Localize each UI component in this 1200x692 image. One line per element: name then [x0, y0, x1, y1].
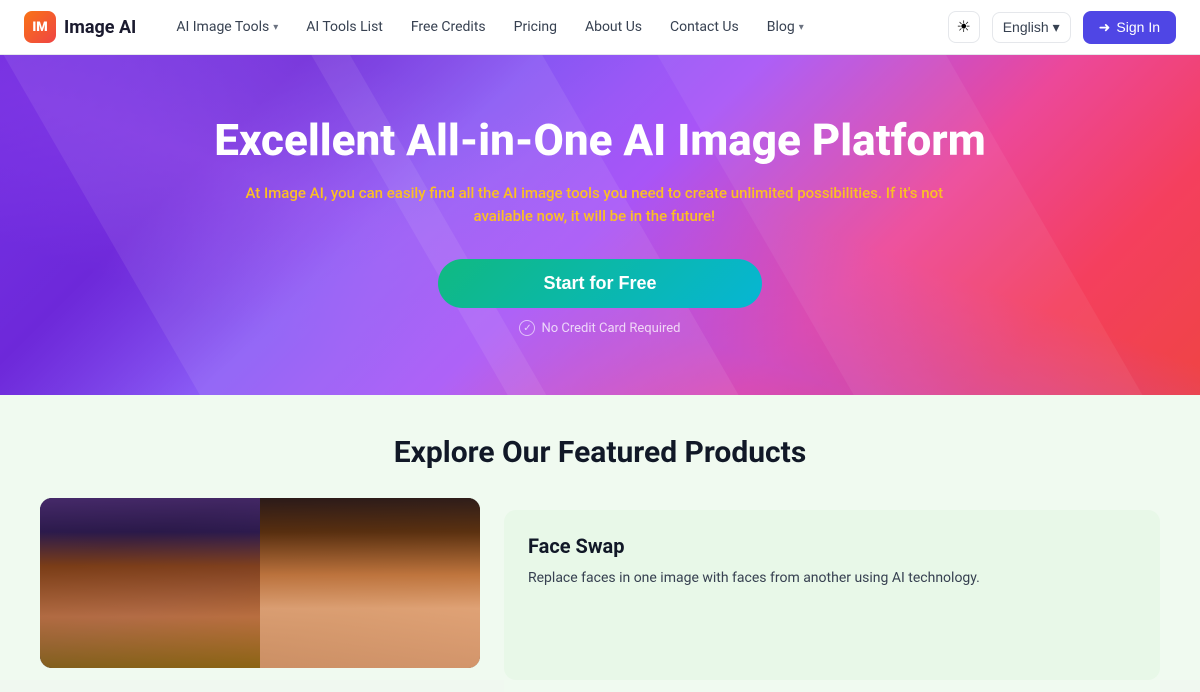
- face-swap-before-image: [40, 498, 260, 668]
- product-info-area: Face Swap Replace faces in one image wit…: [504, 498, 1160, 692]
- chevron-down-icon: ▾: [273, 22, 278, 33]
- nav-item-ai-tools-list[interactable]: AI Tools List: [294, 13, 395, 41]
- featured-section: Explore Our Featured Products Face Swap …: [0, 395, 1200, 680]
- navbar: IM Image AI AI Image Tools ▾ AI Tools Li…: [0, 0, 1200, 55]
- signin-icon: ➜: [1099, 19, 1111, 36]
- person-silhouette-left: [40, 498, 260, 668]
- face-swap-info-card: Face Swap Replace faces in one image wit…: [504, 510, 1160, 680]
- logo-icon: IM: [24, 11, 56, 43]
- chevron-down-icon: ▾: [799, 22, 804, 33]
- hero-content: Excellent All-in-One AI Image Platform A…: [214, 114, 985, 337]
- theme-toggle-button[interactable]: ☀: [948, 11, 980, 43]
- featured-section-title: Explore Our Featured Products: [40, 435, 1160, 470]
- product-description: Replace faces in one image with faces fr…: [528, 568, 1136, 589]
- nav-item-ai-image-tools[interactable]: AI Image Tools ▾: [164, 13, 290, 41]
- nav-item-free-credits[interactable]: Free Credits: [399, 13, 498, 41]
- hero-section: Excellent All-in-One AI Image Platform A…: [0, 55, 1200, 395]
- products-grid: Face Swap Replace faces in one image wit…: [40, 498, 1160, 692]
- face-swap-image-card[interactable]: [40, 498, 480, 668]
- product-name: Face Swap: [528, 534, 1136, 558]
- language-selector-button[interactable]: English ▾: [992, 12, 1071, 43]
- nav-right: ☀ English ▾ ➜ Sign In: [948, 11, 1176, 44]
- signin-button[interactable]: ➜ Sign In: [1083, 11, 1176, 44]
- nav-item-about-us[interactable]: About Us: [573, 13, 654, 41]
- chevron-down-icon: ▾: [1053, 19, 1060, 36]
- nav-items: AI Image Tools ▾ AI Tools List Free Cred…: [164, 13, 947, 41]
- nav-item-blog[interactable]: Blog ▾: [755, 13, 816, 41]
- nav-item-contact-us[interactable]: Contact Us: [658, 13, 751, 41]
- language-label: English: [1003, 19, 1049, 35]
- face-swap-after-image: [260, 498, 480, 668]
- no-credit-card-notice: ✓ No Credit Card Required: [214, 320, 985, 336]
- nav-item-pricing[interactable]: Pricing: [502, 13, 569, 41]
- sun-icon: ☀: [957, 17, 971, 37]
- logo-link[interactable]: IM Image AI: [24, 11, 136, 43]
- person-silhouette-right: [260, 498, 480, 668]
- hero-subtitle: At Image AI, you can easily find all the…: [214, 182, 974, 227]
- check-circle-icon: ✓: [519, 320, 535, 336]
- logo-text: Image AI: [64, 17, 136, 38]
- hero-title: Excellent All-in-One AI Image Platform: [214, 114, 985, 167]
- start-for-free-button[interactable]: Start for Free: [438, 259, 762, 308]
